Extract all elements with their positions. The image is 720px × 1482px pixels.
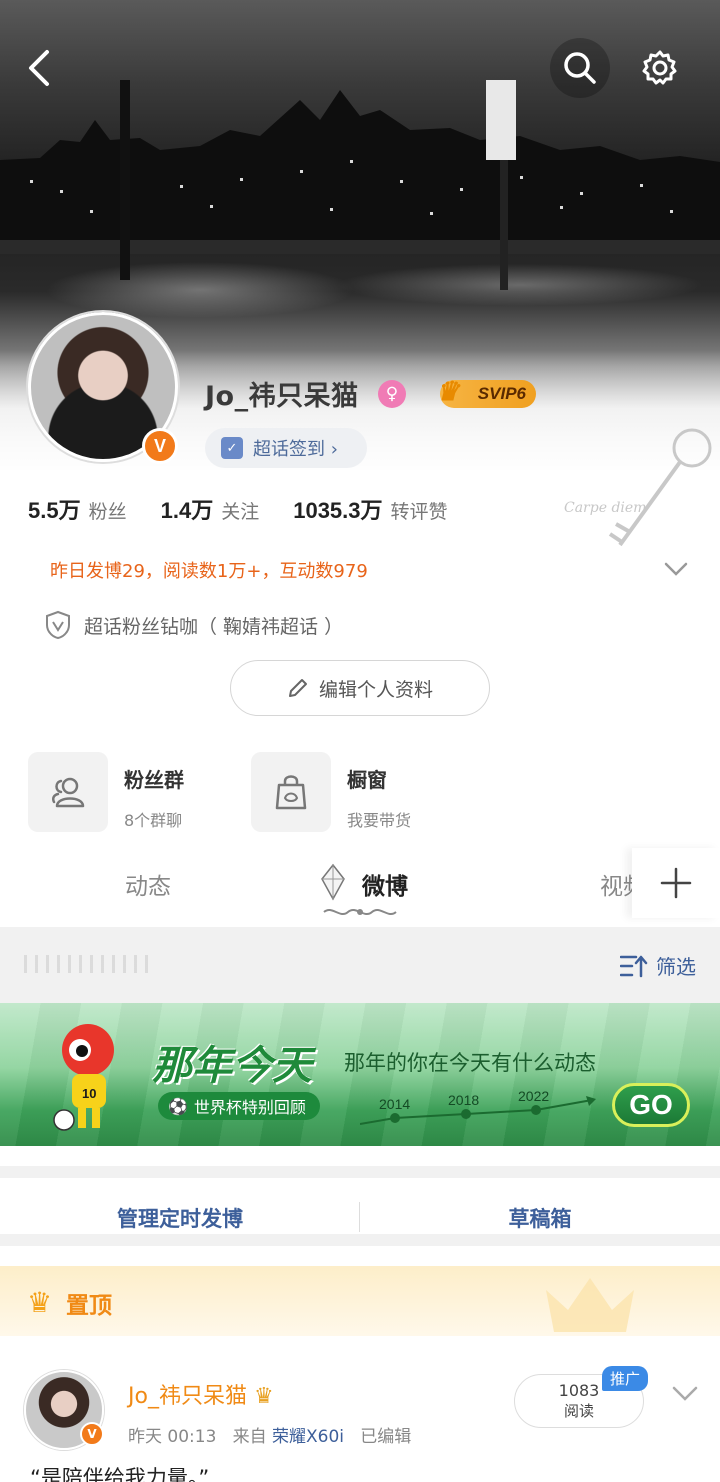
feature-subtitle: 我要带货 (347, 811, 412, 830)
weibo-mascot-icon: 10 (53, 1024, 114, 1131)
chevron-down-icon[interactable] (670, 1378, 700, 1408)
crown-icon: ♛ (27, 1286, 53, 1319)
calendar-check-icon: ✓ (221, 437, 243, 459)
shopping-bag-icon (275, 775, 307, 810)
female-icon: ♀ (378, 380, 406, 408)
svip-label: SVIP6 (477, 384, 526, 403)
feature-showcase[interactable]: 橱窗 我要带货 (251, 752, 411, 832)
edit-profile-button[interactable]: 编辑个人资料 (230, 660, 490, 716)
post-author-name-text: Jo_祎只呆猫 (128, 1384, 247, 1409)
vip-crown-icon: ♛ (253, 1384, 274, 1409)
filter-button[interactable]: 筛选 (620, 951, 696, 980)
plus-icon (660, 867, 692, 899)
fan-badge-row[interactable]: 超话粉丝钻咖（ 鞠婧祎超话 ） (44, 610, 343, 640)
city-skyline-illustration (0, 80, 720, 290)
search-button[interactable] (550, 38, 610, 98)
key-decoration-icon: Carpe diem (564, 428, 712, 547)
banner-title: 那年今天 (152, 1043, 312, 1089)
banner-subtitle: 那年的你在今天有什么动态 (344, 1051, 596, 1075)
shield-icon (46, 610, 70, 640)
chain-underline-icon (323, 909, 397, 915)
filter-label: 筛选 (656, 955, 696, 979)
gear-icon (642, 50, 677, 85)
stat-label: 粉丝 (88, 501, 127, 523)
filter-bar: 筛选 (0, 927, 720, 1003)
feature-icon-box (251, 752, 331, 832)
stat-label: 关注 (221, 501, 260, 523)
svg-text:Carpe diem: Carpe diem (564, 500, 646, 516)
timeline-year: 2018 (448, 1092, 480, 1108)
fan-badge-label: 超话粉丝钻咖（ 鞠婧祎超话 ） (84, 615, 344, 638)
username: Jo_祎只呆猫 (205, 381, 359, 412)
settings-button[interactable] (630, 38, 690, 98)
post-device[interactable]: 荣耀X60i (272, 1427, 344, 1447)
blurred-placeholder (24, 955, 154, 973)
profile-tabs: 动态 微博 视频 (0, 845, 720, 927)
read-count: 1083 (558, 1381, 600, 1400)
filter-sort-icon (620, 955, 648, 977)
banner-go-button[interactable]: GO (612, 1083, 690, 1127)
svip-badge[interactable]: ♛ SVIP6 (436, 376, 536, 408)
back-arrow-icon (29, 50, 49, 86)
crown-watermark-icon (546, 1278, 634, 1332)
pinned-label: 置顶 (66, 1293, 112, 1319)
pinned-post[interactable]: V Jo_祎只呆猫 ♛ 昨天 00:13 来自 荣耀X60i 已编辑 1083 … (0, 1336, 720, 1482)
avatar-container[interactable]: V (28, 312, 183, 467)
manage-row: 管理定时发博 草稿箱 (0, 1166, 720, 1246)
crown-icon: ♛ (436, 376, 460, 406)
stat-followers[interactable]: 5.5万 粉丝 (28, 493, 127, 525)
feature-title: 粉丝群 (124, 768, 184, 792)
supertopic-checkin-button[interactable]: ✓ 超话签到 › (205, 428, 367, 468)
edit-profile-label: 编辑个人资料 (318, 678, 433, 701)
scheduled-posts-button[interactable]: 管理定时发博 (0, 1178, 360, 1258)
mascot-number: 10 (82, 1086, 96, 1101)
post-text: “是陪伴给我力量。” (30, 1466, 210, 1482)
activity-summary[interactable]: 昨日发博29，阅读数1万+，互动数979 (50, 557, 368, 583)
post-meta: 昨天 00:13 来自 荣耀X60i 已编辑 (128, 1422, 411, 1447)
drafts-button[interactable]: 草稿箱 (360, 1178, 720, 1258)
tab-weibo[interactable]: 微博 (362, 867, 408, 901)
search-icon (564, 52, 596, 84)
stat-label: 转评赞 (390, 501, 448, 523)
post-from-prefix: 来自 (232, 1427, 267, 1447)
read-count-label: 阅读 (563, 1402, 594, 1420)
post-author-name[interactable]: Jo_祎只呆猫 ♛ (128, 1378, 274, 1410)
tab-feed[interactable]: 动态 (125, 867, 171, 901)
feature-fan-groups[interactable]: 粉丝群 8个群聊 (28, 752, 184, 832)
verified-badge: V (80, 1422, 104, 1446)
stat-following[interactable]: 1.4万 关注 (161, 493, 260, 525)
stat-interactions[interactable]: 1035.3万 转评赞 (293, 493, 447, 525)
post-time: 昨天 00:13 (128, 1427, 217, 1447)
feature-title: 橱窗 (347, 768, 387, 792)
banner-tag: ⚽ 世界杯特别回顾 (158, 1092, 320, 1120)
stat-value: 1.4万 (160, 498, 214, 523)
post-edited: 已编辑 (360, 1427, 412, 1447)
pencil-icon (288, 679, 307, 697)
pinned-header: ♛ 置顶 (0, 1266, 720, 1336)
supertopic-checkin-label: 超话签到 › (253, 439, 338, 460)
back-button[interactable] (10, 38, 70, 98)
verified-badge: V (142, 428, 178, 464)
group-icon (51, 777, 85, 808)
feature-icon-box (28, 752, 108, 832)
timeline-year: 2014 (379, 1096, 411, 1112)
timeline-year: 2022 (518, 1088, 550, 1104)
stat-value: 1035.3万 (293, 498, 383, 523)
chevron-down-icon[interactable] (662, 555, 690, 583)
feature-subtitle: 8个群聊 (124, 811, 183, 830)
add-tab-button[interactable] (632, 848, 720, 918)
stat-value: 5.5万 (28, 498, 81, 523)
soccer-ball-icon: ⚽ (168, 1096, 188, 1116)
promotion-tag[interactable]: 推广 (602, 1366, 649, 1391)
profile-stats: 5.5万 粉丝 1.4万 关注 1035.3万 转评赞 (28, 493, 448, 525)
banner-tag-label: 世界杯特别回顾 (193, 1098, 306, 1117)
gem-pendant-icon (321, 863, 345, 901)
